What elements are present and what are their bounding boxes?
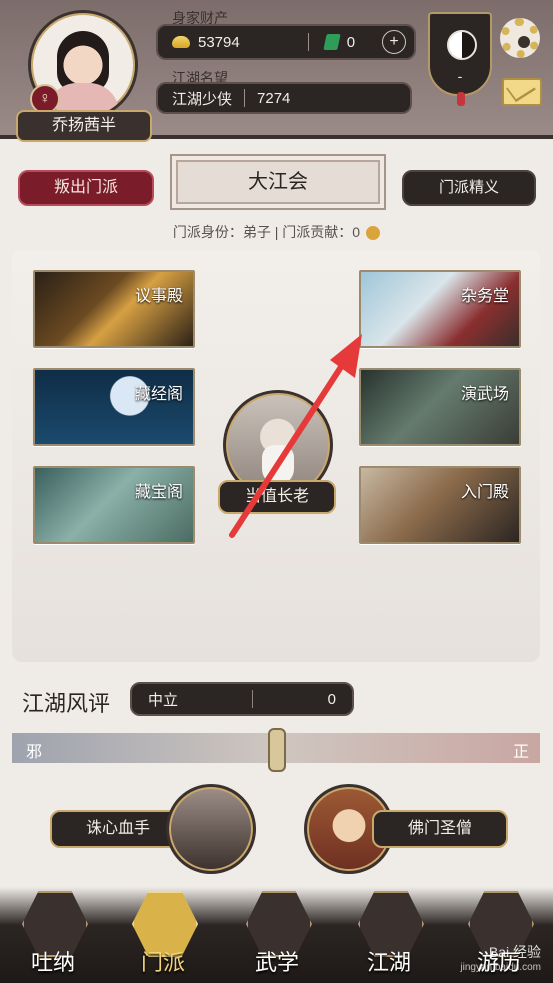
nav-jianghu[interactable]: 江湖 xyxy=(342,891,436,977)
building-cangbaoge[interactable]: 藏宝阁 xyxy=(33,466,195,544)
building-rumendian[interactable]: 入门殿 xyxy=(359,466,521,544)
reputation-score: 0 xyxy=(327,690,336,708)
building-label: 演武场 xyxy=(460,386,509,403)
reputation-title: 江湖少侠 xyxy=(172,90,233,108)
faction-info: 门派身份：弟子 | 门派贡献：0 xyxy=(0,222,553,242)
npc-avatar-zhuxin[interactable] xyxy=(166,784,256,874)
sect-emblem[interactable]: - xyxy=(428,12,492,106)
building-label: 入门殿 xyxy=(460,484,509,501)
mail-icon[interactable] xyxy=(502,78,542,106)
divider xyxy=(252,690,254,708)
watermark-line1: Bai 经验 xyxy=(488,944,541,960)
player-name: 乔扬茜半 xyxy=(16,110,152,142)
building-yishidian[interactable]: 议事殿 xyxy=(33,270,195,348)
nav-wuxue[interactable]: 武学 xyxy=(230,891,324,977)
jade-amount: 0 xyxy=(346,33,356,51)
building-label: 议事殿 xyxy=(134,288,183,305)
reputation-status-pill: 中立 0 xyxy=(130,682,354,716)
nav-label: 门派 xyxy=(140,951,185,976)
silver-ingot-icon xyxy=(172,36,190,48)
building-zawutang[interactable]: 杂务堂 xyxy=(359,270,521,348)
faction-essence-button[interactable]: 门派精义 xyxy=(402,170,536,206)
divider xyxy=(244,89,246,107)
reputation-pill: 江湖少侠 7274 xyxy=(156,82,412,114)
nav-menpai[interactable]: 门派 xyxy=(116,891,210,977)
silver-amount: 53794 xyxy=(198,33,240,51)
plus-icon[interactable]: + xyxy=(382,30,406,54)
building-yanwuchang[interactable]: 演武场 xyxy=(359,368,521,446)
tassel-icon xyxy=(457,92,465,106)
leave-faction-button[interactable]: 叛出门派 xyxy=(18,170,154,206)
divider xyxy=(307,33,309,51)
elder-beard xyxy=(262,445,294,485)
building-label: 藏经阁 xyxy=(134,386,183,403)
faction-name: 大江会 xyxy=(170,154,386,210)
npc-plate-monk[interactable]: 佛门圣僧 xyxy=(372,810,508,848)
morality-marker xyxy=(268,728,286,772)
reputation-section-title: 江湖风评 xyxy=(22,692,111,717)
building-label: 藏宝阁 xyxy=(134,484,183,501)
gear-icon[interactable] xyxy=(500,18,540,58)
nav-label: 吐纳 xyxy=(30,951,75,976)
yinyang-icon xyxy=(447,30,477,60)
nav-label: 武学 xyxy=(254,951,299,976)
wealth-pill: 53794 0 + xyxy=(156,24,416,60)
watermark-line2: jingyan.baidu.com xyxy=(460,962,541,973)
nav-label: 江湖 xyxy=(366,951,411,976)
jade-icon xyxy=(323,34,341,50)
coin-icon xyxy=(366,226,381,241)
faction-info-text: 门派身份：弟子 | 门派贡献：0 xyxy=(172,224,361,240)
reputation-value: 7274 xyxy=(257,89,291,107)
watermark: Bai 经验 jingyan.baidu.com xyxy=(460,942,541,973)
building-label: 杂务堂 xyxy=(460,288,509,305)
nav-tuna[interactable]: 吐纳 xyxy=(6,891,100,977)
morality-left-label: 邪 xyxy=(26,744,43,761)
building-cangjingge[interactable]: 藏经阁 xyxy=(33,368,195,446)
elder-on-duty-button[interactable]: 当值长老 xyxy=(218,480,336,514)
emblem-text: - xyxy=(457,68,463,84)
morality-right-label: 正 xyxy=(512,744,529,761)
reputation-status: 中立 xyxy=(148,691,179,709)
